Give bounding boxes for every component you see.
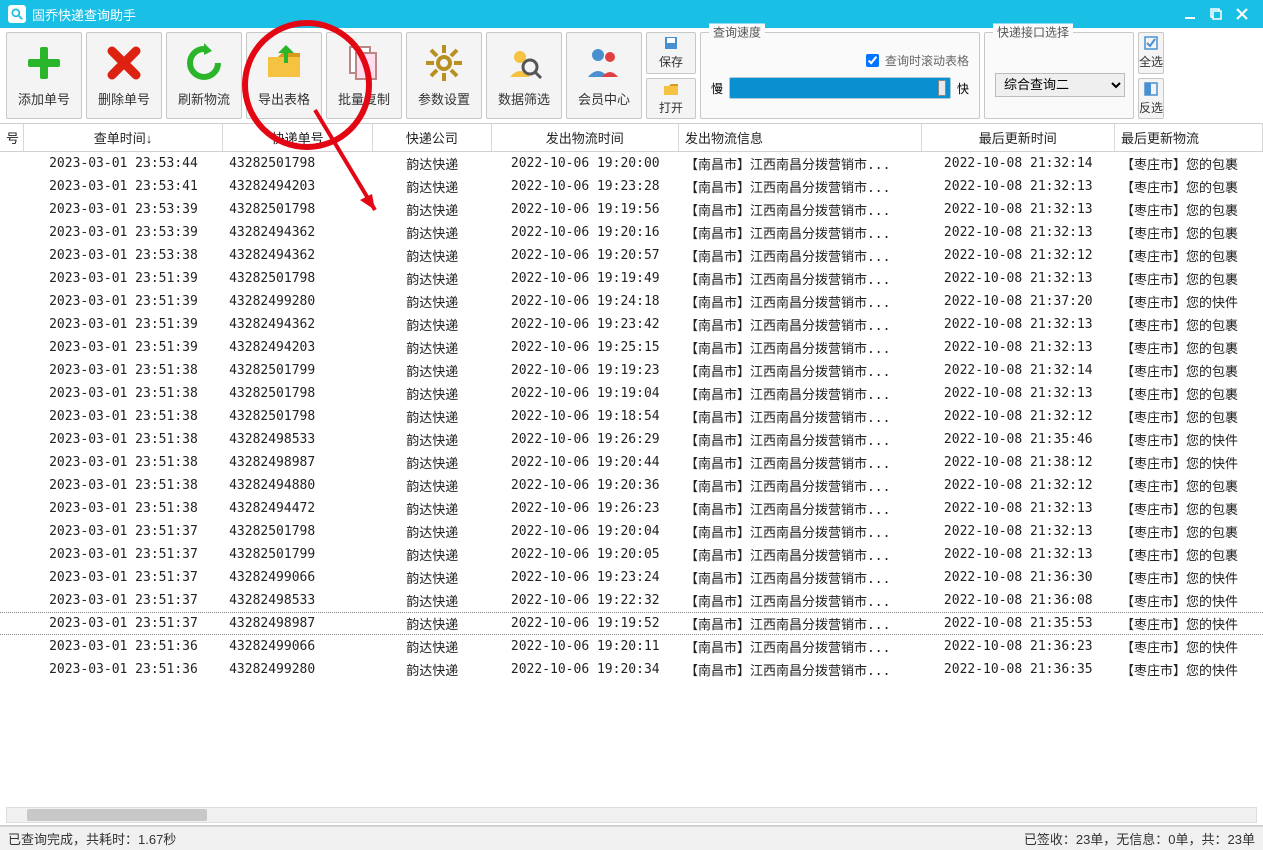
table-row[interactable]: 2023-03-01 23:53:4443282501798韵达快递2022-1…	[0, 152, 1263, 175]
grid-header: 号 查单时间↓ 快递单号 快递公司 发出物流时间 发出物流信息 最后更新时间 最…	[0, 124, 1263, 152]
table-row[interactable]: 2023-03-01 23:51:3943282501798韵达快递2022-1…	[0, 267, 1263, 290]
status-left: 已查询完成，共耗时：1.67秒	[8, 829, 1024, 848]
plus-icon	[24, 43, 64, 83]
select-all-button[interactable]: 全选	[1138, 32, 1164, 74]
table-row[interactable]: 2023-03-01 23:51:3943282499280韵达快递2022-1…	[0, 290, 1263, 313]
table-row[interactable]: 2023-03-01 23:51:3843282498533韵达快递2022-1…	[0, 428, 1263, 451]
horizontal-scrollbar[interactable]	[6, 807, 1257, 823]
slow-label: 慢	[711, 80, 723, 97]
filter-button[interactable]: 数据筛选	[486, 32, 562, 119]
export-button[interactable]: 导出表格	[246, 32, 322, 119]
table-row[interactable]: 2023-03-01 23:51:3743282499066韵达快递2022-1…	[0, 566, 1263, 589]
folder-open-icon	[663, 81, 679, 97]
refresh-label: 刷新物流	[178, 89, 230, 108]
table-row[interactable]: 2023-03-01 23:51:3843282498987韵达快递2022-1…	[0, 451, 1263, 474]
table-row[interactable]: 2023-03-01 23:53:3943282501798韵达快递2022-1…	[0, 198, 1263, 221]
settings-label: 参数设置	[418, 89, 470, 108]
table-row[interactable]: 2023-03-01 23:51:3843282501799韵达快递2022-1…	[0, 359, 1263, 382]
x-icon	[104, 43, 144, 83]
save-label: 保存	[659, 53, 683, 70]
copy-label: 批量复制	[338, 89, 390, 108]
settings-button[interactable]: 参数设置	[406, 32, 482, 119]
selectall-label: 全选	[1139, 53, 1163, 70]
interface-panel: 快递接口选择 综合查询二	[984, 32, 1134, 119]
col-trackingno[interactable]: 快递单号	[223, 124, 373, 151]
member-button[interactable]: 会员中心	[566, 32, 642, 119]
table-row[interactable]: 2023-03-01 23:53:3943282494362韵达快递2022-1…	[0, 221, 1263, 244]
delete-button[interactable]: 删除单号	[86, 32, 162, 119]
table-row[interactable]: 2023-03-01 23:51:3843282501798韵达快递2022-1…	[0, 382, 1263, 405]
filter-label: 数据筛选	[498, 89, 550, 108]
member-label: 会员中心	[578, 89, 630, 108]
scrollbar-thumb[interactable]	[27, 809, 207, 821]
app-icon	[8, 5, 26, 23]
invert-label: 反选	[1139, 99, 1163, 116]
table-row[interactable]: 2023-03-01 23:51:3843282501798韵达快递2022-1…	[0, 405, 1263, 428]
table-row[interactable]: 2023-03-01 23:51:3843282494880韵达快递2022-1…	[0, 474, 1263, 497]
save-button[interactable]: 保存	[646, 32, 696, 74]
table-row[interactable]: 2023-03-01 23:51:3643282499066韵达快递2022-1…	[0, 635, 1263, 658]
table-row[interactable]: 2023-03-01 23:51:3943282494362韵达快递2022-1…	[0, 313, 1263, 336]
open-label: 打开	[659, 99, 683, 116]
refresh-button[interactable]: 刷新物流	[166, 32, 242, 119]
col-updatetime[interactable]: 最后更新时间	[922, 124, 1115, 151]
copy-button[interactable]: 批量复制	[326, 32, 402, 119]
gear-icon	[424, 43, 464, 83]
grid-body: 2023-03-01 23:53:4443282501798韵达快递2022-1…	[0, 152, 1263, 681]
fast-label: 快	[957, 80, 969, 97]
col-company[interactable]: 快递公司	[373, 124, 491, 151]
col-shipinfo[interactable]: 发出物流信息	[679, 124, 922, 151]
invert-icon	[1143, 81, 1159, 97]
folder-export-icon	[264, 43, 304, 83]
scroll-label: 查询时滚动表格	[885, 52, 969, 69]
status-right: 已签收：23单，无信息：0单，共：23单	[1024, 829, 1255, 848]
speed-title: 查询速度	[709, 24, 765, 41]
col-shiptime[interactable]: 发出物流时间	[492, 124, 679, 151]
maximize-button[interactable]	[1203, 4, 1229, 24]
table-row[interactable]: 2023-03-01 23:51:3743282501798韵达快递2022-1…	[0, 520, 1263, 543]
save-icon	[663, 35, 679, 51]
toolbar: 添加单号 删除单号 刷新物流 导出表格 批量复制 参数设置 数据筛选 会员中心 …	[0, 28, 1263, 124]
users-icon	[584, 43, 624, 83]
table-row[interactable]: 2023-03-01 23:51:3943282494203韵达快递2022-1…	[0, 336, 1263, 359]
titlebar: 固乔快递查询助手	[0, 0, 1263, 28]
invert-select-button[interactable]: 反选	[1138, 78, 1164, 120]
copy-icon	[344, 43, 384, 83]
iface-title: 快递接口选择	[993, 24, 1073, 41]
status-bar: 已查询完成，共耗时：1.67秒 已签收：23单，无信息：0单，共：23单	[0, 826, 1263, 850]
speed-slider[interactable]	[729, 77, 951, 99]
add-label: 添加单号	[18, 89, 70, 108]
table-row[interactable]: 2023-03-01 23:51:3743282498533韵达快递2022-1…	[0, 589, 1263, 612]
close-button[interactable]	[1229, 4, 1255, 24]
open-button[interactable]: 打开	[646, 78, 696, 120]
search-user-icon	[504, 43, 544, 83]
data-grid: 号 查单时间↓ 快递单号 快递公司 发出物流时间 发出物流信息 最后更新时间 最…	[0, 124, 1263, 826]
add-button[interactable]: 添加单号	[6, 32, 82, 119]
table-row[interactable]: 2023-03-01 23:51:3743282498987韵达快递2022-1…	[0, 612, 1263, 635]
selectall-icon	[1143, 35, 1159, 51]
interface-select[interactable]: 综合查询二	[995, 73, 1125, 97]
table-row[interactable]: 2023-03-01 23:53:3843282494362韵达快递2022-1…	[0, 244, 1263, 267]
col-querytime[interactable]: 查单时间↓	[24, 124, 223, 151]
table-row[interactable]: 2023-03-01 23:51:3743282501799韵达快递2022-1…	[0, 543, 1263, 566]
refresh-icon	[184, 43, 224, 83]
minimize-button[interactable]	[1177, 4, 1203, 24]
speed-panel: 查询速度 查询时滚动表格 慢快	[700, 32, 980, 119]
table-row[interactable]: 2023-03-01 23:51:3843282494472韵达快递2022-1…	[0, 497, 1263, 520]
export-label: 导出表格	[258, 89, 310, 108]
delete-label: 删除单号	[98, 89, 150, 108]
window-title: 固乔快递查询助手	[32, 5, 136, 24]
col-updateinfo[interactable]: 最后更新物流	[1115, 124, 1263, 151]
table-row[interactable]: 2023-03-01 23:51:3643282499280韵达快递2022-1…	[0, 658, 1263, 681]
scroll-checkbox[interactable]	[866, 54, 879, 67]
col-index[interactable]: 号	[0, 124, 24, 151]
table-row[interactable]: 2023-03-01 23:53:4143282494203韵达快递2022-1…	[0, 175, 1263, 198]
